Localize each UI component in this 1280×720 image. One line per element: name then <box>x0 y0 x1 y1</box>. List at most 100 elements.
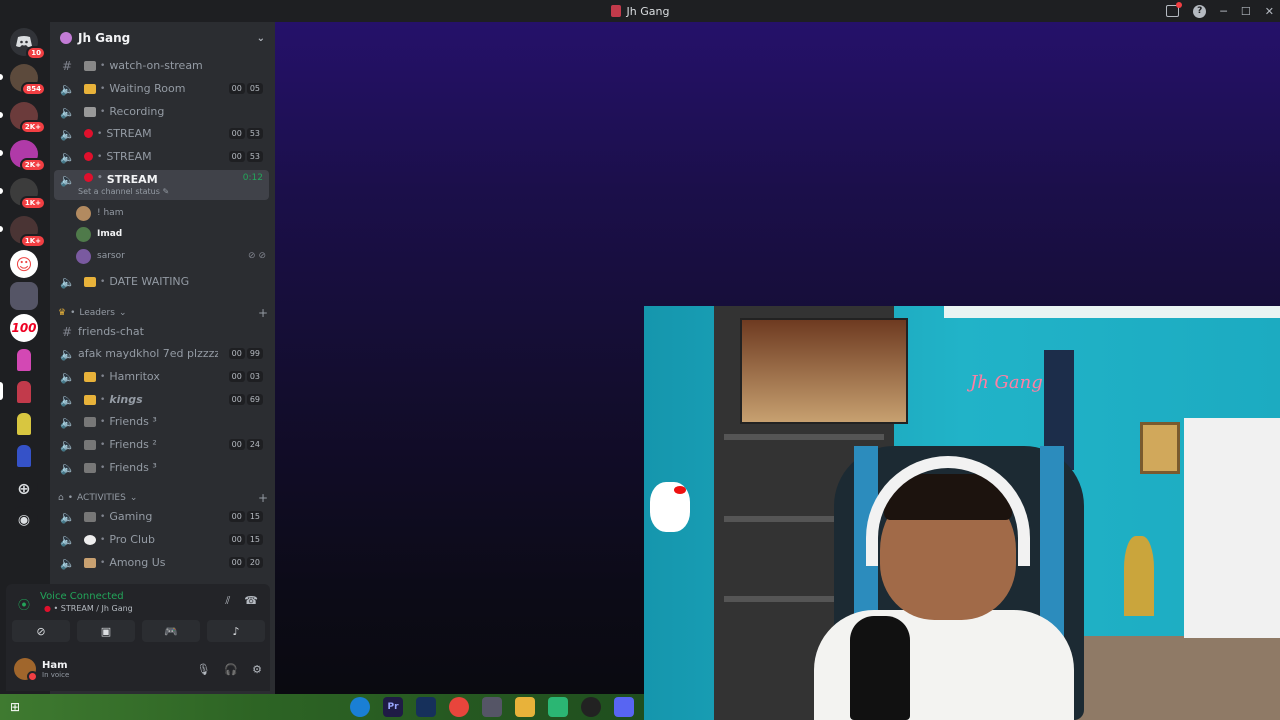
server-icon-4[interactable]: 1K+ <box>10 178 46 210</box>
gear-icon[interactable]: ⚙ <box>252 663 262 676</box>
discord-taskbar-icon[interactable] <box>614 697 634 717</box>
obs-icon[interactable] <box>581 697 601 717</box>
channel-gaming[interactable]: 🔈 • Gaming 00 15 <box>54 506 269 527</box>
disconnect-icon[interactable]: ☎ <box>244 594 258 608</box>
server-icon <box>610 5 621 17</box>
camera-off-button[interactable]: ⊘ <box>12 620 70 642</box>
file-explorer-icon[interactable] <box>515 697 535 717</box>
direct-messages-button[interactable]: 10 <box>10 28 46 60</box>
channel-hamritox[interactable]: 🔈 • Hamritox 00 03 <box>54 366 269 387</box>
activities-button[interactable]: 🎮 <box>142 620 200 642</box>
separator-dot: • <box>100 416 106 427</box>
minimize-button[interactable]: ─ <box>1220 5 1227 18</box>
yellow-figure-icon <box>17 413 31 435</box>
server-icon-8[interactable]: 100 <box>10 314 38 342</box>
channel-among-us[interactable]: 🔈 • Among Us 00 20 <box>54 552 269 573</box>
server-icon-2[interactable]: 2K+ <box>10 102 46 134</box>
channel-name: afak maydkhol 7ed plzzzzzzz... <box>78 347 218 360</box>
voice-location[interactable]: ● • STREAM / Jh Gang <box>44 604 133 613</box>
user-info[interactable]: Ham In voice <box>36 660 69 679</box>
avatar[interactable] <box>14 658 38 682</box>
discover-icon[interactable]: ◉ <box>10 506 38 534</box>
notification-badge: 2K+ <box>19 120 46 134</box>
inbox-icon[interactable] <box>1166 2 1183 17</box>
speaker-icon: 🔈 <box>60 460 75 475</box>
category-activities[interactable]: ⌂ • ACTIVITIES ⌄ + <box>58 491 268 505</box>
server-icon-10[interactable] <box>10 410 38 438</box>
channel-friends-3b[interactable]: 🔈 • Friends ³ <box>54 457 269 478</box>
channel-date-waiting[interactable]: 🔈 • DATE WAITING <box>54 271 269 292</box>
channel-friends-3a[interactable]: 🔈 • Friends ³ <box>54 411 269 432</box>
white-shelf <box>1184 418 1280 638</box>
android-icon[interactable] <box>548 697 568 717</box>
add-channel-icon[interactable]: + <box>258 306 268 320</box>
channel-status[interactable]: Set a channel status ✎ <box>78 187 169 196</box>
channel-pro-club[interactable]: 🔈 • Pro Club 00 15 <box>54 529 269 550</box>
guild-header[interactable]: Jh Gang ⌄ <box>50 22 275 54</box>
category-leaders[interactable]: ♛ • Leaders ⌄ + <box>58 306 268 320</box>
channel-friends-2[interactable]: 🔈 • Friends ² 00 24 <box>54 434 269 455</box>
edge-icon[interactable] <box>350 697 370 717</box>
premiere-icon[interactable]: Pr <box>383 697 403 717</box>
chevron-down-icon[interactable]: ⌄ <box>257 33 265 44</box>
microphone-icon[interactable]: 🎙 <box>196 663 210 676</box>
count-current: 00 <box>228 534 245 545</box>
server-icon-6[interactable]: ☺ <box>10 250 38 278</box>
noise-suppression-icon[interactable]: ⫽ <box>225 594 230 608</box>
voice-member[interactable]: ! ham <box>76 203 266 223</box>
webcam-overlay: Jh Gang <box>644 306 1280 720</box>
channel-name: friends-chat <box>78 325 144 338</box>
server-icon-5[interactable]: 1K+ <box>10 216 46 248</box>
channel-waiting-room[interactable]: 🔈 • Waiting Room 00 05 <box>54 78 269 99</box>
voice-member[interactable]: sarsor ⊘ ⊘ <box>76 246 266 266</box>
channel-kings[interactable]: 🔈 • kings 00 69 <box>54 389 269 410</box>
speaker-icon: 🔈 <box>60 509 75 524</box>
server-icon-jh-gang[interactable] <box>10 378 38 406</box>
channel-watch-on-stream[interactable]: # • watch-on-stream <box>54 55 269 76</box>
maximize-button[interactable]: ☐ <box>1241 5 1251 18</box>
speaker-icon: 🔈 <box>60 104 75 119</box>
gamepad-emoji-icon <box>84 511 96 522</box>
voice-timer: 0:12 <box>242 173 263 183</box>
count-current: 00 <box>228 511 245 522</box>
count-limit: 15 <box>246 511 263 522</box>
channel-recording[interactable]: 🔈 • Recording <box>54 101 269 122</box>
add-channel-icon[interactable]: + <box>258 491 268 505</box>
soundboard-button[interactable]: ♪ <box>207 620 265 642</box>
channel-stream-2[interactable]: 🔈 • STREAM 00 53 <box>54 146 269 167</box>
close-button[interactable]: ✕ <box>1265 5 1274 18</box>
screen-share-icon: ▣ <box>100 624 112 638</box>
channel-afak[interactable]: 🔈 afak maydkhol 7ed plzzzzzzz... 0099 <box>54 343 269 364</box>
speaker-icon: 🔈 <box>60 81 75 96</box>
separator-dot: • <box>100 511 106 522</box>
signal-icon[interactable]: ⦿ <box>18 596 30 613</box>
headphones-icon[interactable]: 🎧 <box>224 663 238 676</box>
server-icon-9[interactable] <box>10 346 38 374</box>
speaker-icon: 🔈 <box>60 437 75 452</box>
steam-icon[interactable] <box>416 697 436 717</box>
chrome-icon[interactable] <box>449 697 469 717</box>
user-panel: Ham In voice 🎙 🎧 ⚙ <box>6 647 270 691</box>
notification-badge: 1K+ <box>19 234 46 248</box>
speaker-icon: 🔈 <box>60 532 75 547</box>
app-icon[interactable] <box>482 697 502 717</box>
server-icon-11[interactable] <box>10 442 38 470</box>
notification-badge: 1K+ <box>19 196 46 210</box>
voice-member[interactable]: Imad <box>76 224 266 244</box>
server-icon-1[interactable]: 854 <box>10 64 46 96</box>
screen-share-button[interactable]: ▣ <box>77 620 135 642</box>
channel-stream-active[interactable]: 🔈 • STREAM 0:12 Set a channel status ✎ <box>54 170 269 200</box>
help-icon[interactable]: ? <box>1193 4 1207 18</box>
add-server-icon[interactable]: ⊕ <box>10 474 38 502</box>
unread-pill <box>0 74 3 80</box>
channel-friends-chat[interactable]: # friends-chat <box>54 321 269 342</box>
channel-stream-1[interactable]: 🔈 • STREAM 00 53 <box>54 123 269 144</box>
channel-name: kings <box>109 393 143 406</box>
server-icon-7[interactable] <box>10 282 38 310</box>
red-circle-icon: ● <box>44 604 51 613</box>
count-current: 00 <box>228 439 245 450</box>
server-icon-3[interactable]: 2K+ <box>10 140 46 172</box>
voice-status[interactable]: Voice Connected <box>40 591 124 602</box>
windows-start-icon[interactable]: ⊞ <box>10 700 20 714</box>
count-current: 00 <box>228 394 245 405</box>
